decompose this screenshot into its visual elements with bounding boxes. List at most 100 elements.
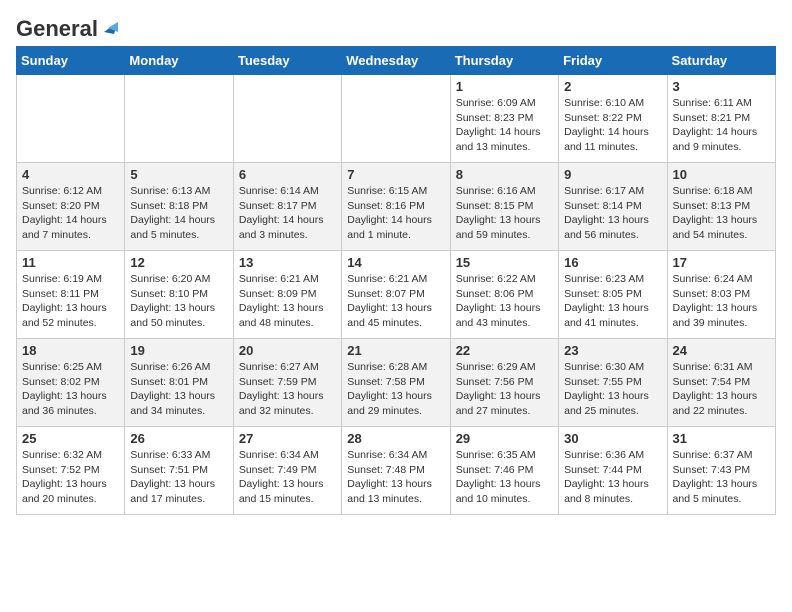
day-number: 23 xyxy=(564,343,661,358)
day-number: 6 xyxy=(239,167,336,182)
day-number: 29 xyxy=(456,431,553,446)
day-number: 27 xyxy=(239,431,336,446)
day-info: Sunrise: 6:37 AM Sunset: 7:43 PM Dayligh… xyxy=(673,448,770,507)
calendar-week-3: 11 Sunrise: 6:19 AM Sunset: 8:11 PM Dayli… xyxy=(17,251,776,339)
day-info: Sunrise: 6:31 AM Sunset: 7:54 PM Dayligh… xyxy=(673,360,770,419)
day-info: Sunrise: 6:26 AM Sunset: 8:01 PM Dayligh… xyxy=(130,360,227,419)
day-info: Sunrise: 6:09 AM Sunset: 8:23 PM Dayligh… xyxy=(456,96,553,155)
day-info: Sunrise: 6:24 AM Sunset: 8:03 PM Dayligh… xyxy=(673,272,770,331)
day-info: Sunrise: 6:16 AM Sunset: 8:15 PM Dayligh… xyxy=(456,184,553,243)
calendar-table: SundayMondayTuesdayWednesdayThursdayFrid… xyxy=(16,46,776,515)
calendar-day-31: 31 Sunrise: 6:37 AM Sunset: 7:43 PM Dayli… xyxy=(667,427,775,515)
day-info: Sunrise: 6:20 AM Sunset: 8:10 PM Dayligh… xyxy=(130,272,227,331)
logo: General xyxy=(16,16,118,38)
day-number: 12 xyxy=(130,255,227,270)
day-number: 21 xyxy=(347,343,444,358)
day-number: 1 xyxy=(456,79,553,94)
calendar-day-27: 27 Sunrise: 6:34 AM Sunset: 7:49 PM Dayli… xyxy=(233,427,341,515)
day-info: Sunrise: 6:28 AM Sunset: 7:58 PM Dayligh… xyxy=(347,360,444,419)
calendar-day-empty xyxy=(17,75,125,163)
day-number: 16 xyxy=(564,255,661,270)
calendar-day-9: 9 Sunrise: 6:17 AM Sunset: 8:14 PM Daylig… xyxy=(559,163,667,251)
calendar-day-22: 22 Sunrise: 6:29 AM Sunset: 7:56 PM Dayli… xyxy=(450,339,558,427)
day-info: Sunrise: 6:19 AM Sunset: 8:11 PM Dayligh… xyxy=(22,272,119,331)
logo-general: General xyxy=(16,16,98,42)
weekday-header-thursday: Thursday xyxy=(450,47,558,75)
weekday-header-row: SundayMondayTuesdayWednesdayThursdayFrid… xyxy=(17,47,776,75)
day-number: 7 xyxy=(347,167,444,182)
weekday-header-saturday: Saturday xyxy=(667,47,775,75)
day-number: 19 xyxy=(130,343,227,358)
calendar-week-2: 4Sunrise: 6:12 AM Sunset: 8:20 PM Daylig… xyxy=(17,163,776,251)
day-info: Sunrise: 6:35 AM Sunset: 7:46 PM Dayligh… xyxy=(456,448,553,507)
day-number: 5 xyxy=(130,167,227,182)
day-number: 17 xyxy=(673,255,770,270)
calendar-day-empty xyxy=(342,75,450,163)
weekday-header-tuesday: Tuesday xyxy=(233,47,341,75)
calendar-day-12: 12 Sunrise: 6:20 AM Sunset: 8:10 PM Dayli… xyxy=(125,251,233,339)
calendar-day-empty xyxy=(233,75,341,163)
calendar-day-25: 25Sunrise: 6:32 AM Sunset: 7:52 PM Dayli… xyxy=(17,427,125,515)
calendar-day-2: 2 Sunrise: 6:10 AM Sunset: 8:22 PM Daylig… xyxy=(559,75,667,163)
day-number: 31 xyxy=(673,431,770,446)
calendar-week-1: 1 Sunrise: 6:09 AM Sunset: 8:23 PM Daylig… xyxy=(17,75,776,163)
day-info: Sunrise: 6:30 AM Sunset: 7:55 PM Dayligh… xyxy=(564,360,661,419)
day-number: 11 xyxy=(22,255,119,270)
calendar-day-23: 23 Sunrise: 6:30 AM Sunset: 7:55 PM Dayli… xyxy=(559,339,667,427)
day-number: 3 xyxy=(673,79,770,94)
calendar-day-29: 29 Sunrise: 6:35 AM Sunset: 7:46 PM Dayli… xyxy=(450,427,558,515)
calendar-day-10: 10 Sunrise: 6:18 AM Sunset: 8:13 PM Dayli… xyxy=(667,163,775,251)
day-number: 20 xyxy=(239,343,336,358)
calendar-week-5: 25Sunrise: 6:32 AM Sunset: 7:52 PM Dayli… xyxy=(17,427,776,515)
calendar-day-13: 13 Sunrise: 6:21 AM Sunset: 8:09 PM Dayli… xyxy=(233,251,341,339)
day-number: 28 xyxy=(347,431,444,446)
day-info: Sunrise: 6:21 AM Sunset: 8:07 PM Dayligh… xyxy=(347,272,444,331)
day-number: 13 xyxy=(239,255,336,270)
day-number: 24 xyxy=(673,343,770,358)
calendar-day-14: 14 Sunrise: 6:21 AM Sunset: 8:07 PM Dayli… xyxy=(342,251,450,339)
day-number: 22 xyxy=(456,343,553,358)
day-info: Sunrise: 6:33 AM Sunset: 7:51 PM Dayligh… xyxy=(130,448,227,507)
day-number: 14 xyxy=(347,255,444,270)
day-number: 4 xyxy=(22,167,119,182)
day-number: 18 xyxy=(22,343,119,358)
calendar-day-15: 15 Sunrise: 6:22 AM Sunset: 8:06 PM Dayli… xyxy=(450,251,558,339)
day-number: 10 xyxy=(673,167,770,182)
calendar-day-empty xyxy=(125,75,233,163)
weekday-header-sunday: Sunday xyxy=(17,47,125,75)
calendar-week-4: 18 Sunrise: 6:25 AM Sunset: 8:02 PM Dayli… xyxy=(17,339,776,427)
calendar-day-1: 1 Sunrise: 6:09 AM Sunset: 8:23 PM Daylig… xyxy=(450,75,558,163)
day-number: 30 xyxy=(564,431,661,446)
day-info: Sunrise: 6:36 AM Sunset: 7:44 PM Dayligh… xyxy=(564,448,661,507)
calendar-day-7: 7 Sunrise: 6:15 AM Sunset: 8:16 PM Daylig… xyxy=(342,163,450,251)
day-info: Sunrise: 6:32 AM Sunset: 7:52 PM Dayligh… xyxy=(22,448,119,507)
day-info: Sunrise: 6:29 AM Sunset: 7:56 PM Dayligh… xyxy=(456,360,553,419)
calendar-day-28: 28Sunrise: 6:34 AM Sunset: 7:48 PM Dayli… xyxy=(342,427,450,515)
day-number: 9 xyxy=(564,167,661,182)
day-number: 15 xyxy=(456,255,553,270)
calendar-day-16: 16 Sunrise: 6:23 AM Sunset: 8:05 PM Dayli… xyxy=(559,251,667,339)
day-info: Sunrise: 6:13 AM Sunset: 8:18 PM Dayligh… xyxy=(130,184,227,243)
day-info: Sunrise: 6:34 AM Sunset: 7:49 PM Dayligh… xyxy=(239,448,336,507)
day-info: Sunrise: 6:22 AM Sunset: 8:06 PM Dayligh… xyxy=(456,272,553,331)
weekday-header-friday: Friday xyxy=(559,47,667,75)
day-number: 2 xyxy=(564,79,661,94)
day-info: Sunrise: 6:15 AM Sunset: 8:16 PM Dayligh… xyxy=(347,184,444,243)
day-info: Sunrise: 6:11 AM Sunset: 8:21 PM Dayligh… xyxy=(673,96,770,155)
weekday-header-monday: Monday xyxy=(125,47,233,75)
day-info: Sunrise: 6:10 AM Sunset: 8:22 PM Dayligh… xyxy=(564,96,661,155)
day-info: Sunrise: 6:18 AM Sunset: 8:13 PM Dayligh… xyxy=(673,184,770,243)
day-info: Sunrise: 6:25 AM Sunset: 8:02 PM Dayligh… xyxy=(22,360,119,419)
header: General xyxy=(16,16,776,38)
calendar-day-4: 4Sunrise: 6:12 AM Sunset: 8:20 PM Daylig… xyxy=(17,163,125,251)
calendar-day-17: 17 Sunrise: 6:24 AM Sunset: 8:03 PM Dayli… xyxy=(667,251,775,339)
day-info: Sunrise: 6:23 AM Sunset: 8:05 PM Dayligh… xyxy=(564,272,661,331)
calendar-day-21: 21 Sunrise: 6:28 AM Sunset: 7:58 PM Dayli… xyxy=(342,339,450,427)
calendar-day-24: 24 Sunrise: 6:31 AM Sunset: 7:54 PM Dayli… xyxy=(667,339,775,427)
calendar-day-26: 26Sunrise: 6:33 AM Sunset: 7:51 PM Dayli… xyxy=(125,427,233,515)
calendar-day-30: 30 Sunrise: 6:36 AM Sunset: 7:44 PM Dayli… xyxy=(559,427,667,515)
weekday-header-wednesday: Wednesday xyxy=(342,47,450,75)
day-info: Sunrise: 6:21 AM Sunset: 8:09 PM Dayligh… xyxy=(239,272,336,331)
calendar-day-5: 5 Sunrise: 6:13 AM Sunset: 8:18 PM Daylig… xyxy=(125,163,233,251)
day-info: Sunrise: 6:17 AM Sunset: 8:14 PM Dayligh… xyxy=(564,184,661,243)
